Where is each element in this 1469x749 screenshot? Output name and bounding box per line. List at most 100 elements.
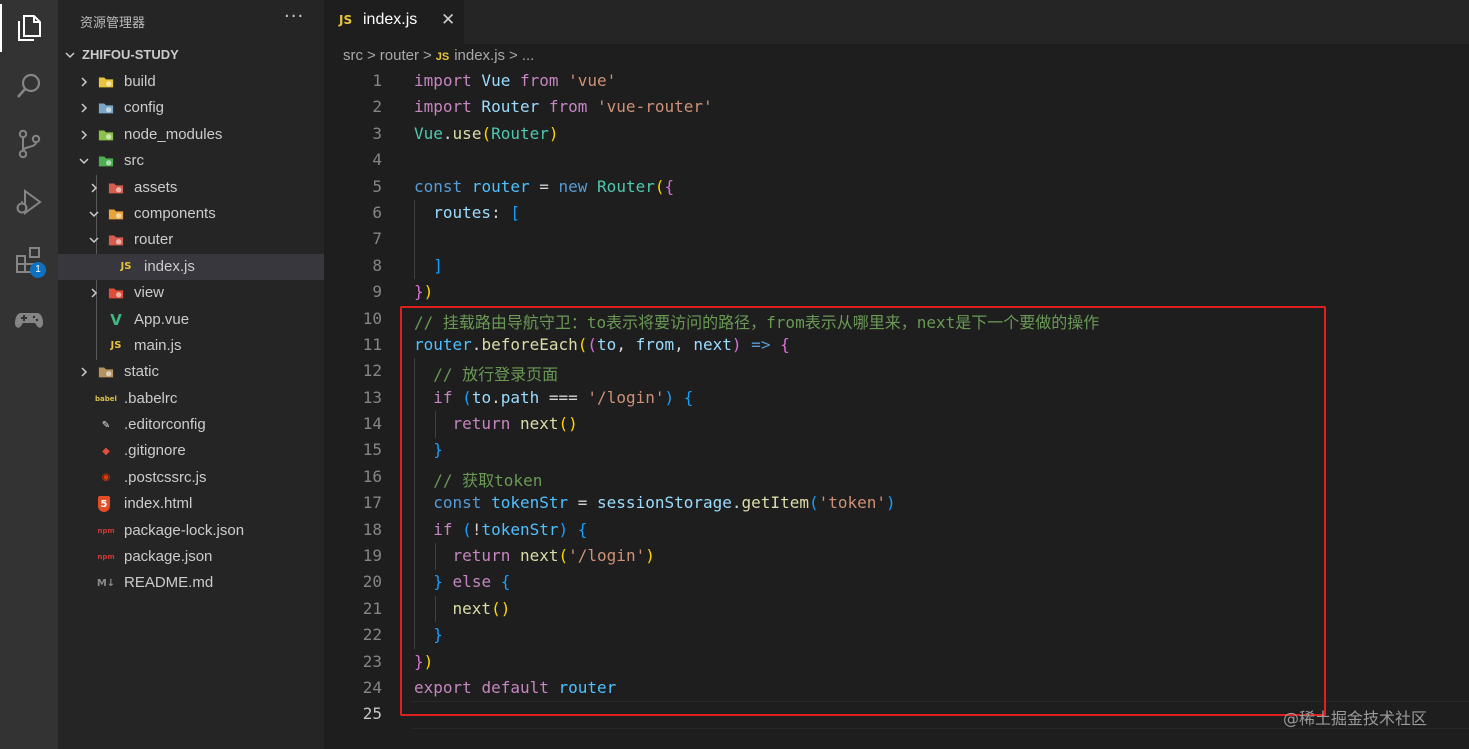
tree-item[interactable]: 5 index.html bbox=[58, 491, 324, 517]
chevron-right-icon bbox=[81, 103, 88, 113]
workspace-root-label: ZHIFOU-STUDY bbox=[82, 47, 179, 62]
tree-item-label: App.vue bbox=[134, 310, 190, 328]
line-number: 18 bbox=[362, 519, 382, 539]
tree-item-label: .babelrc bbox=[124, 389, 178, 407]
tree-item-label: index.js bbox=[144, 257, 195, 275]
workspace-root[interactable]: ZHIFOU-STUDY bbox=[58, 44, 324, 68]
watermark: @稀土掘金技术社区 bbox=[1283, 709, 1428, 728]
breadcrumb-symbol[interactable]: ... bbox=[522, 47, 535, 64]
code-token: = bbox=[539, 176, 559, 196]
line-number: 24 bbox=[362, 677, 382, 697]
tab-index-js[interactable]: JS index.js ✕ bbox=[324, 0, 464, 44]
line-number: 17 bbox=[362, 493, 382, 513]
folder-components-icon bbox=[108, 206, 124, 222]
code-line: 5 const router = new Router({ bbox=[324, 174, 1469, 200]
tree-item-label: static bbox=[124, 363, 160, 381]
tree-item[interactable]: M↓ README.md bbox=[58, 570, 324, 596]
code-token: ) bbox=[548, 123, 559, 143]
code-token: 'vue' bbox=[568, 71, 617, 90]
code-token: from bbox=[548, 97, 588, 117]
folder-static-icon bbox=[98, 364, 114, 380]
breadcrumb-src[interactable]: src bbox=[343, 47, 363, 64]
code-line: 7 bbox=[324, 226, 1469, 252]
extensions-icon[interactable] bbox=[0, 236, 58, 284]
code-token: Vue bbox=[471, 71, 520, 90]
code-token: : bbox=[491, 202, 511, 222]
git-file-icon: ◆ bbox=[102, 445, 110, 457]
folder-node-icon bbox=[98, 127, 114, 143]
code-text: const router = new Router({ bbox=[414, 177, 674, 196]
tree-item[interactable]: components bbox=[58, 201, 324, 227]
line-number: 8 bbox=[372, 255, 382, 275]
js-file-icon: JS bbox=[110, 340, 122, 352]
tree-item[interactable]: node_modules bbox=[58, 122, 324, 148]
source-control-icon[interactable] bbox=[0, 120, 58, 168]
tree-item[interactable]: V App.vue bbox=[58, 307, 324, 333]
breadcrumb-router[interactable]: router bbox=[380, 47, 419, 64]
code-token: ) bbox=[423, 282, 434, 302]
line-number: 20 bbox=[362, 572, 382, 592]
chevron-down-icon bbox=[89, 211, 99, 218]
tab-label: index.js bbox=[363, 11, 418, 28]
tree-item[interactable]: assets bbox=[58, 175, 324, 201]
tree-item-label: view bbox=[134, 284, 165, 302]
line-number: 2 bbox=[372, 97, 382, 117]
folder-build-icon bbox=[98, 74, 114, 90]
html-file-icon: 5 bbox=[98, 496, 110, 513]
search-icon[interactable] bbox=[0, 62, 58, 110]
code-token: ] bbox=[433, 255, 443, 275]
tree-item-label: index.html bbox=[124, 495, 193, 513]
tree-item[interactable]: static bbox=[58, 359, 324, 385]
line-number: 1 bbox=[372, 71, 382, 90]
run-debug-icon[interactable] bbox=[0, 178, 58, 226]
code-line: 4 bbox=[324, 147, 1469, 173]
code-token: ( bbox=[481, 123, 492, 143]
tree-item-label: package-lock.json bbox=[124, 521, 245, 539]
chevron-down-icon bbox=[89, 237, 99, 244]
tree-item[interactable]: JS index.js bbox=[58, 253, 324, 281]
explorer-sidebar: 资源管理器 ··· ZHIFOU-STUDY build config node_m… bbox=[58, 0, 324, 749]
code-token: routes bbox=[414, 202, 492, 222]
markdown-file-icon: M↓ bbox=[96, 577, 116, 589]
code-token: from bbox=[519, 71, 559, 90]
code-token: router bbox=[462, 176, 540, 196]
code-token: Router bbox=[597, 176, 655, 196]
tree-item[interactable]: router bbox=[58, 227, 324, 253]
line-number: 22 bbox=[362, 625, 382, 645]
js-file-icon: JS bbox=[339, 13, 353, 27]
tree-item[interactable]: ◆ .gitignore bbox=[58, 438, 324, 464]
close-icon[interactable]: ✕ bbox=[441, 10, 455, 30]
tree-item[interactable]: src bbox=[58, 148, 324, 174]
tree-item-label: README.md bbox=[124, 574, 214, 592]
npm-file-icon: npm bbox=[97, 553, 115, 562]
line-number: 21 bbox=[362, 598, 382, 618]
tree-item[interactable]: config bbox=[58, 95, 324, 121]
tree-item-label: node_modules bbox=[124, 125, 223, 143]
js-file-icon: JS bbox=[435, 51, 450, 63]
line-number: 13 bbox=[362, 387, 382, 407]
more-actions-icon[interactable]: ··· bbox=[284, 6, 304, 27]
line-number: 12 bbox=[362, 361, 382, 381]
tree-item[interactable]: ✎ .editorconfig bbox=[58, 412, 324, 438]
tree-item-label: package.json bbox=[124, 548, 213, 566]
tree-item[interactable]: view bbox=[58, 280, 324, 306]
code-text: ] bbox=[414, 256, 443, 275]
editorconfig-file-icon: ✎ bbox=[101, 419, 111, 431]
tree-item[interactable]: build bbox=[58, 69, 324, 95]
activity-bar: 1 bbox=[0, 0, 58, 749]
code-token: { bbox=[664, 176, 675, 196]
code-line: 6 routes: [ bbox=[324, 200, 1469, 226]
remote-gamepad-icon[interactable] bbox=[0, 296, 58, 344]
explorer-icon[interactable] bbox=[0, 4, 58, 52]
tree-item[interactable]: npm package.json bbox=[58, 544, 324, 570]
tree-item-label: components bbox=[134, 204, 216, 222]
tree-item[interactable]: JS main.js bbox=[58, 333, 324, 359]
breadcrumb-file[interactable]: index.js bbox=[454, 47, 505, 64]
tree-item[interactable]: babel .babelrc bbox=[58, 386, 324, 412]
chevron-right-icon bbox=[81, 77, 88, 87]
tree-item[interactable]: ◉ .postcssrc.js bbox=[58, 465, 324, 491]
tree-item[interactable]: npm package-lock.json bbox=[58, 518, 324, 544]
